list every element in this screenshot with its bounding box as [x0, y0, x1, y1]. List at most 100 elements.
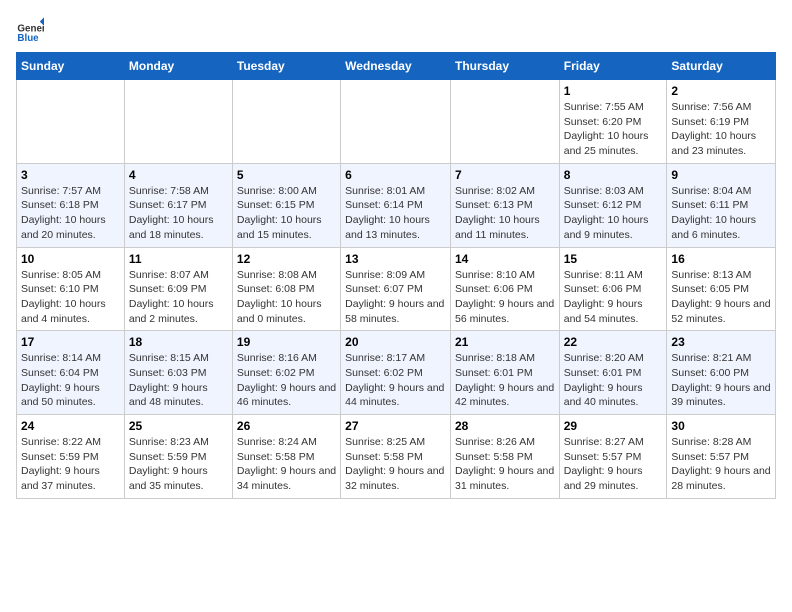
day-info: Sunrise: 8:04 AM Sunset: 6:11 PM Dayligh…	[671, 184, 771, 243]
weekday-header-friday: Friday	[559, 53, 667, 80]
day-number: 8	[564, 168, 663, 182]
calendar-table: SundayMondayTuesdayWednesdayThursdayFrid…	[16, 52, 776, 499]
calendar-cell: 16Sunrise: 8:13 AM Sunset: 6:05 PM Dayli…	[667, 247, 776, 331]
day-info: Sunrise: 8:00 AM Sunset: 6:15 PM Dayligh…	[237, 184, 336, 243]
calendar-cell: 10 Sunrise: 8:05 AM Sunset: 6:10 PM Dayli…	[17, 247, 125, 331]
calendar-cell: 27 Sunrise: 8:25 AM Sunset: 5:58 PM Dayli…	[341, 415, 451, 499]
header: General Blue	[16, 16, 776, 44]
calendar-cell	[232, 80, 340, 164]
calendar-cell: 13 Sunrise: 8:09 AM Sunset: 6:07 PM Dayli…	[341, 247, 451, 331]
day-number: 28	[455, 419, 555, 433]
calendar-cell: 11 Sunrise: 8:07 AM Sunset: 6:09 PM Dayli…	[124, 247, 232, 331]
weekday-header-tuesday: Tuesday	[232, 53, 340, 80]
calendar-cell	[17, 80, 125, 164]
day-info: Sunrise: 8:14 AM Sunset: 6:04 PM Dayligh…	[21, 351, 120, 410]
calendar-cell: 2 Sunrise: 7:56 AM Sunset: 6:19 PM Daylig…	[667, 80, 776, 164]
day-info: Sunrise: 8:13 AM Sunset: 6:05 PM Dayligh…	[671, 268, 771, 327]
svg-text:Blue: Blue	[17, 33, 39, 44]
day-info: Sunrise: 8:08 AM Sunset: 6:08 PM Dayligh…	[237, 268, 336, 327]
calendar-cell: 15 Sunrise: 8:11 AM Sunset: 6:06 PM Dayli…	[559, 247, 667, 331]
day-info: Sunrise: 8:18 AM Sunset: 6:01 PM Dayligh…	[455, 351, 555, 410]
day-number: 10	[21, 252, 120, 266]
day-number: 30	[671, 419, 771, 433]
day-info: Sunrise: 7:58 AM Sunset: 6:17 PM Dayligh…	[129, 184, 228, 243]
day-info: Sunrise: 7:55 AM Sunset: 6:20 PM Dayligh…	[564, 100, 663, 159]
day-info: Sunrise: 8:02 AM Sunset: 6:13 PM Dayligh…	[455, 184, 555, 243]
day-number: 19	[237, 335, 336, 349]
day-info: Sunrise: 8:05 AM Sunset: 6:10 PM Dayligh…	[21, 268, 120, 327]
calendar-cell: 22 Sunrise: 8:20 AM Sunset: 6:01 PM Dayli…	[559, 331, 667, 415]
calendar-cell: 5 Sunrise: 8:00 AM Sunset: 6:15 PM Daylig…	[232, 163, 340, 247]
day-number: 5	[237, 168, 336, 182]
weekday-header-monday: Monday	[124, 53, 232, 80]
day-info: Sunrise: 8:28 AM Sunset: 5:57 PM Dayligh…	[671, 435, 771, 494]
day-info: Sunrise: 8:21 AM Sunset: 6:00 PM Dayligh…	[671, 351, 771, 410]
calendar-cell: 24Sunrise: 8:22 AM Sunset: 5:59 PM Dayli…	[17, 415, 125, 499]
day-info: Sunrise: 7:57 AM Sunset: 6:18 PM Dayligh…	[21, 184, 120, 243]
calendar-cell: 17 Sunrise: 8:14 AM Sunset: 6:04 PM Dayli…	[17, 331, 125, 415]
day-number: 11	[129, 252, 228, 266]
calendar-cell: 14Sunrise: 8:10 AM Sunset: 6:06 PM Dayli…	[450, 247, 559, 331]
weekday-header-saturday: Saturday	[667, 53, 776, 80]
day-number: 20	[345, 335, 446, 349]
day-number: 17	[21, 335, 120, 349]
day-number: 27	[345, 419, 446, 433]
day-info: Sunrise: 8:25 AM Sunset: 5:58 PM Dayligh…	[345, 435, 446, 494]
day-number: 2	[671, 84, 771, 98]
day-info: Sunrise: 8:16 AM Sunset: 6:02 PM Dayligh…	[237, 351, 336, 410]
calendar-cell: 29 Sunrise: 8:27 AM Sunset: 5:57 PM Dayli…	[559, 415, 667, 499]
calendar-cell: 1 Sunrise: 7:55 AM Sunset: 6:20 PM Daylig…	[559, 80, 667, 164]
calendar-cell: 12 Sunrise: 8:08 AM Sunset: 6:08 PM Dayli…	[232, 247, 340, 331]
day-info: Sunrise: 8:27 AM Sunset: 5:57 PM Dayligh…	[564, 435, 663, 494]
calendar-cell: 25 Sunrise: 8:23 AM Sunset: 5:59 PM Dayli…	[124, 415, 232, 499]
day-number: 25	[129, 419, 228, 433]
day-number: 7	[455, 168, 555, 182]
day-info: Sunrise: 8:23 AM Sunset: 5:59 PM Dayligh…	[129, 435, 228, 494]
day-number: 15	[564, 252, 663, 266]
day-info: Sunrise: 8:01 AM Sunset: 6:14 PM Dayligh…	[345, 184, 446, 243]
calendar-cell	[124, 80, 232, 164]
day-info: Sunrise: 8:20 AM Sunset: 6:01 PM Dayligh…	[564, 351, 663, 410]
calendar-cell: 26 Sunrise: 8:24 AM Sunset: 5:58 PM Dayli…	[232, 415, 340, 499]
day-number: 6	[345, 168, 446, 182]
calendar-cell: 3Sunrise: 7:57 AM Sunset: 6:18 PM Daylig…	[17, 163, 125, 247]
day-number: 12	[237, 252, 336, 266]
day-info: Sunrise: 8:17 AM Sunset: 6:02 PM Dayligh…	[345, 351, 446, 410]
day-info: Sunrise: 8:26 AM Sunset: 5:58 PM Dayligh…	[455, 435, 555, 494]
weekday-header-wednesday: Wednesday	[341, 53, 451, 80]
day-info: Sunrise: 8:03 AM Sunset: 6:12 PM Dayligh…	[564, 184, 663, 243]
day-info: Sunrise: 7:56 AM Sunset: 6:19 PM Dayligh…	[671, 100, 771, 159]
calendar-cell: 6 Sunrise: 8:01 AM Sunset: 6:14 PM Daylig…	[341, 163, 451, 247]
day-info: Sunrise: 8:09 AM Sunset: 6:07 PM Dayligh…	[345, 268, 446, 327]
calendar-cell: 7 Sunrise: 8:02 AM Sunset: 6:13 PM Daylig…	[450, 163, 559, 247]
calendar-cell: 4 Sunrise: 7:58 AM Sunset: 6:17 PM Daylig…	[124, 163, 232, 247]
day-number: 26	[237, 419, 336, 433]
day-number: 18	[129, 335, 228, 349]
day-number: 9	[671, 168, 771, 182]
day-number: 13	[345, 252, 446, 266]
day-number: 23	[671, 335, 771, 349]
logo-icon: General Blue	[16, 16, 44, 44]
day-info: Sunrise: 8:11 AM Sunset: 6:06 PM Dayligh…	[564, 268, 663, 327]
calendar-cell: 8 Sunrise: 8:03 AM Sunset: 6:12 PM Daylig…	[559, 163, 667, 247]
calendar-cell: 9 Sunrise: 8:04 AM Sunset: 6:11 PM Daylig…	[667, 163, 776, 247]
day-number: 21	[455, 335, 555, 349]
calendar-cell: 20 Sunrise: 8:17 AM Sunset: 6:02 PM Dayli…	[341, 331, 451, 415]
day-number: 1	[564, 84, 663, 98]
calendar-cell: 30 Sunrise: 8:28 AM Sunset: 5:57 PM Dayli…	[667, 415, 776, 499]
day-number: 4	[129, 168, 228, 182]
calendar-cell: 23 Sunrise: 8:21 AM Sunset: 6:00 PM Dayli…	[667, 331, 776, 415]
calendar-cell	[341, 80, 451, 164]
day-number: 14	[455, 252, 555, 266]
weekday-header-sunday: Sunday	[17, 53, 125, 80]
day-info: Sunrise: 8:15 AM Sunset: 6:03 PM Dayligh…	[129, 351, 228, 410]
weekday-header-thursday: Thursday	[450, 53, 559, 80]
calendar-cell	[450, 80, 559, 164]
day-number: 24	[21, 419, 120, 433]
calendar-cell: 28 Sunrise: 8:26 AM Sunset: 5:58 PM Dayli…	[450, 415, 559, 499]
day-number: 29	[564, 419, 663, 433]
day-info: Sunrise: 8:07 AM Sunset: 6:09 PM Dayligh…	[129, 268, 228, 327]
calendar-cell: 19 Sunrise: 8:16 AM Sunset: 6:02 PM Dayli…	[232, 331, 340, 415]
day-number: 22	[564, 335, 663, 349]
day-info: Sunrise: 8:24 AM Sunset: 5:58 PM Dayligh…	[237, 435, 336, 494]
